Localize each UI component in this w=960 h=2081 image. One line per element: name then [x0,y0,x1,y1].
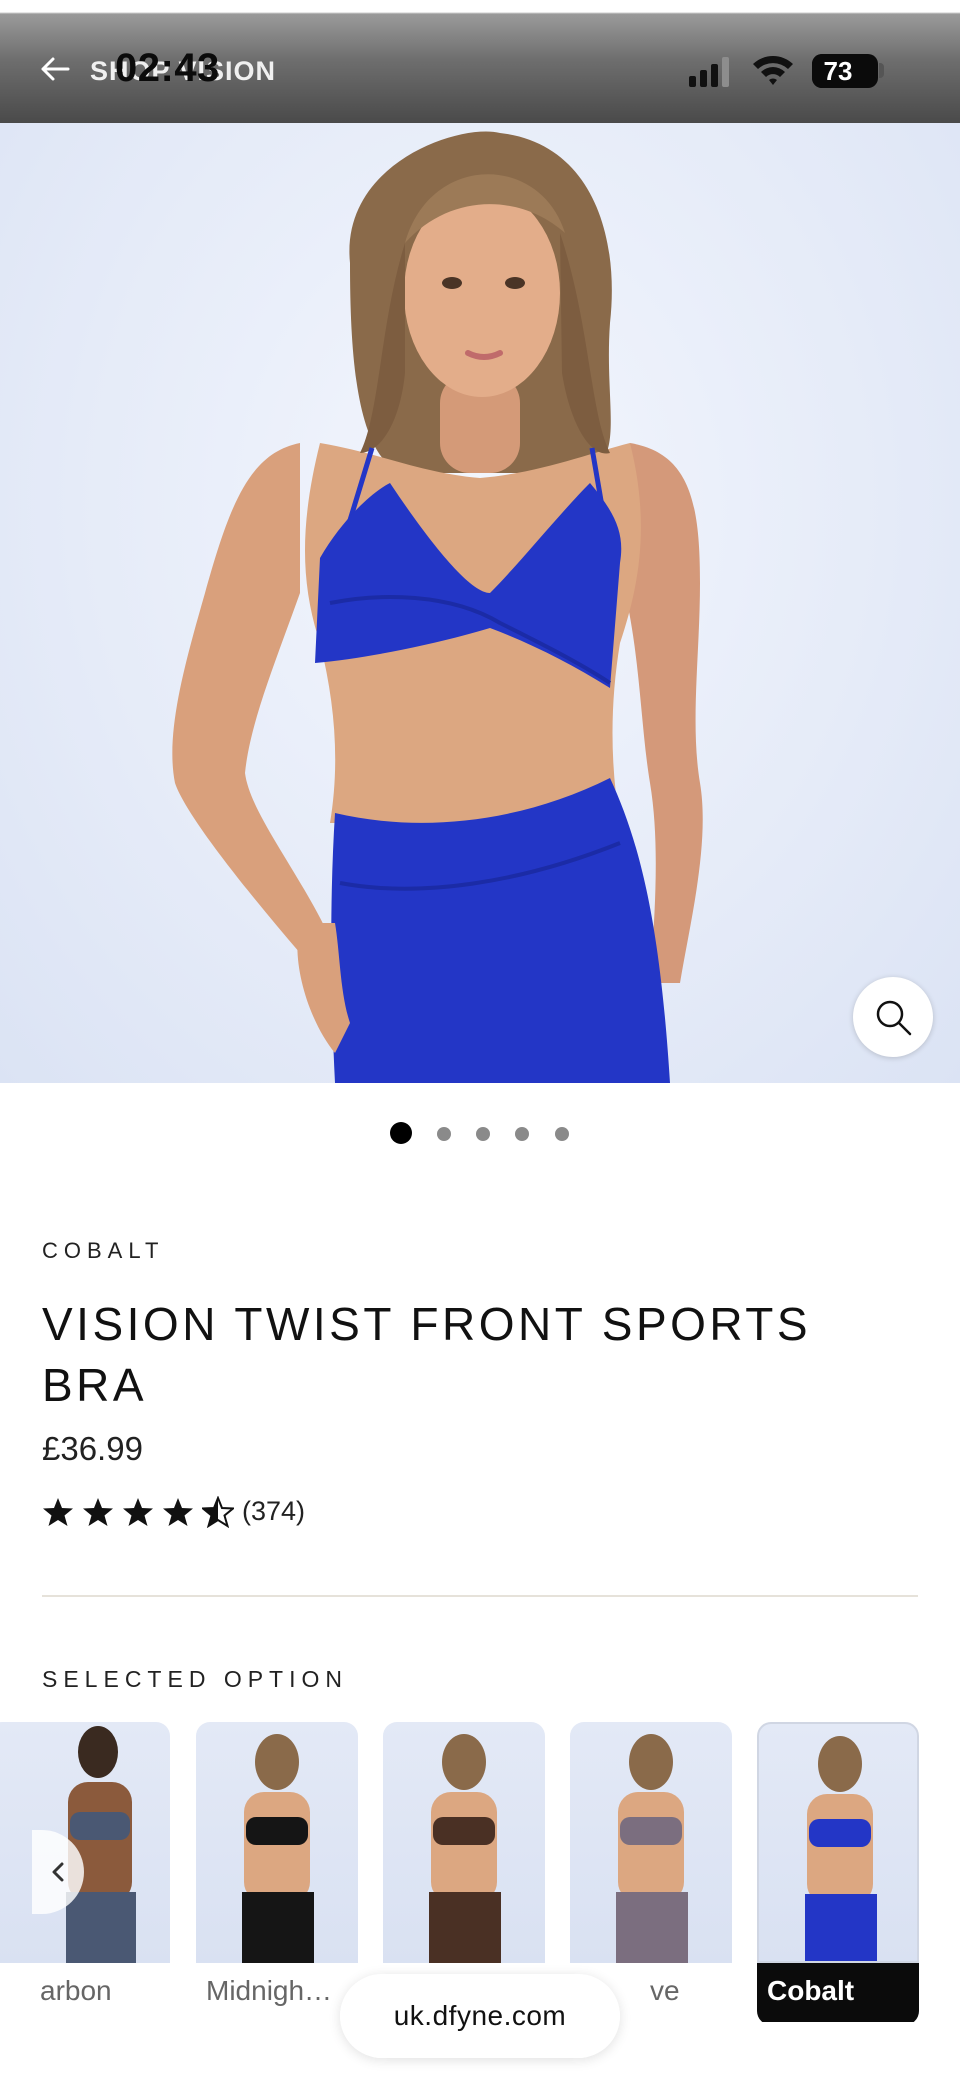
option-name: arbon [40,1975,112,2006]
star-full-icon [43,1498,73,1526]
option-thumbnail [383,1722,545,1963]
product-price: £36.99 [42,1430,143,1467]
star-full-icon [123,1498,153,1526]
pagination-dot-4[interactable] [515,1127,529,1141]
section-divider [42,1595,918,1597]
pagination-dot-5[interactable] [555,1127,569,1141]
battery-cap [879,63,884,78]
top-bar: SHOP VISION 02:43 73 [0,0,960,123]
option-name: ve [650,1975,680,2006]
option-model-illustration [805,1736,877,1961]
option-thumbnail [0,1722,170,1963]
option-thumbnail [196,1722,358,1963]
option-model-illustration [429,1734,501,1963]
back-arrow-icon[interactable] [38,52,72,86]
product-color-label: COBALT [42,1238,165,1263]
battery-percentage: 73 [823,56,853,86]
star-full-icon [83,1498,113,1526]
product-hero-image[interactable] [0,123,960,1083]
product-title: VISION TWIST FRONT SPORTS BRA [42,1298,812,1411]
option-name: Cobalt [767,1975,855,2006]
option-name: Midnigh… [206,1975,333,2006]
color-option-cobalt[interactable]: Cobalt [757,1722,919,2022]
wifi-icon [753,56,793,85]
star-half-icon [202,1496,234,1528]
gallery-pagination [0,1121,960,1145]
model-photo-illustration [172,131,703,1083]
pagination-dot-3[interactable] [476,1127,490,1141]
option-thumbnail [570,1722,732,1963]
chevron-left-icon [52,1862,64,1882]
pagination-dot-2[interactable] [437,1127,451,1141]
option-model-illustration [66,1726,136,1963]
option-thumbnail [757,1722,919,1963]
cellular-signal-icon [689,57,729,87]
option-model-illustration [242,1734,314,1963]
status-clock: 02:43 [115,46,220,90]
option-model-illustration [616,1734,688,1963]
color-option-midnight[interactable]: Midnigh… [196,1722,358,2022]
zoom-button[interactable] [853,977,933,1057]
review-count[interactable]: (374) [242,1496,305,1527]
selected-option-label: SELECTED OPTION [42,1666,348,1692]
star-full-icon [163,1498,193,1526]
battery-indicator: 73 [812,54,878,88]
pagination-dot-1[interactable] [390,1122,412,1144]
magnifier-icon [876,1000,912,1036]
browser-url-bar[interactable]: uk.dfyne.com [340,1974,620,2058]
